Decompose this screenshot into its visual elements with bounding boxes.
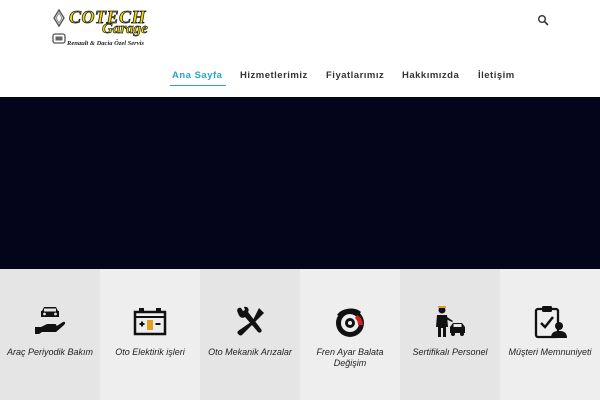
- service-label: Müşteri Memnuniyeti: [508, 347, 592, 357]
- renault-dacia-logo-icon: [52, 8, 66, 44]
- service-item-musteri-memnuniyeti[interactable]: Müşteri Memnuniyeti: [500, 269, 600, 400]
- main-nav: Ana Sayfa Hizmetlerimiz Fiyatlarımız Hak…: [0, 70, 600, 90]
- nav-item-hizmetlerimiz[interactable]: Hizmetlerimiz: [240, 70, 308, 81]
- nav-active-underline: [170, 85, 226, 86]
- service-item-periyodik-bakim[interactable]: Araç Periyodik Bakım: [0, 269, 100, 400]
- clipboard-check-icon: [534, 306, 567, 339]
- hero-banner: [0, 97, 600, 269]
- site-header: COTECH Garage Renault & Dacia Özel Servi…: [0, 0, 600, 97]
- service-label: Sertifikalı Personel: [412, 347, 488, 357]
- service-item-fren-balata[interactable]: Fren Ayar Balata Değişim: [300, 269, 400, 400]
- search-button[interactable]: [537, 13, 549, 26]
- service-label: Oto Elektirik işleri: [115, 347, 185, 357]
- service-label: Fren Ayar Balata Değişim: [316, 347, 384, 368]
- logo-tagline: Renault & Dacia Özel Servis: [67, 40, 144, 47]
- service-item-oto-elektirik[interactable]: Oto Elektirik işleri: [100, 269, 200, 400]
- nav-item-hakkimizda[interactable]: Hakkımızda: [402, 70, 459, 81]
- services-strip: Araç Periyodik Bakım Oto Elektirik işler…: [0, 269, 600, 400]
- service-item-oto-mekanik[interactable]: Oto Mekanik Arızalar: [200, 269, 300, 400]
- nav-item-fiyatlarimiz[interactable]: Fiyatlarımız: [326, 70, 384, 81]
- service-item-sertifikali-personel[interactable]: Sertifikalı Personel: [400, 269, 500, 400]
- search-icon: [538, 15, 549, 26]
- mechanic-car-icon: [436, 306, 465, 337]
- service-label: Araç Periyodik Bakım: [6, 347, 94, 357]
- logo-brand-line2: Garage: [102, 21, 149, 37]
- car-hand-icon: [35, 307, 66, 334]
- brake-disc-icon: [336, 308, 364, 337]
- nav-item-ana-sayfa[interactable]: Ana Sayfa: [172, 70, 222, 81]
- site-logo[interactable]: COTECH Garage Renault & Dacia Özel Servi…: [52, 8, 152, 50]
- battery-icon: [133, 308, 167, 336]
- nav-item-iletisim[interactable]: İletişim: [478, 70, 515, 81]
- wrench-screwdriver-icon: [237, 306, 264, 336]
- service-label: Oto Mekanik Arızalar: [208, 347, 292, 357]
